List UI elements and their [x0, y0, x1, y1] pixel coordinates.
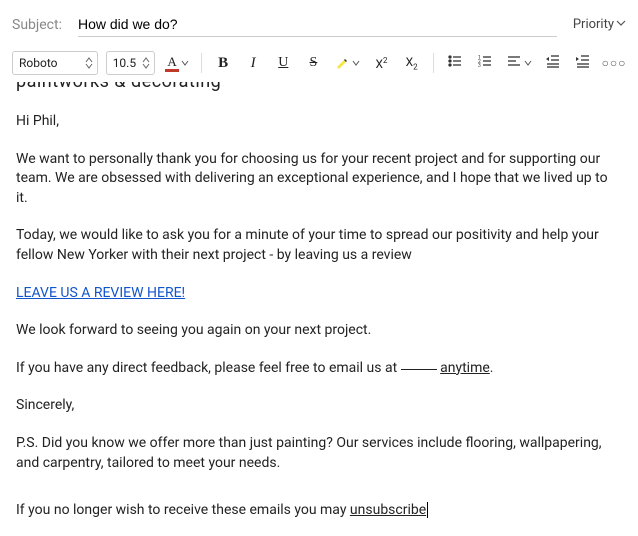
superscript-button[interactable]: X2 [370, 51, 392, 75]
font-size-select[interactable]: 10.5 [106, 51, 155, 75]
body-paragraph: If you have any direct feedback, please … [16, 359, 622, 379]
body-ps: P.S. Did you know we offer more than jus… [16, 434, 622, 473]
outdent-icon [545, 53, 561, 73]
text-color-icon: A [165, 55, 179, 72]
chevron-down-icon [524, 59, 532, 67]
bold-icon: B [218, 55, 228, 72]
formatting-toolbar: Roboto 10.5 A B I U S [0, 45, 638, 82]
anytime-link[interactable]: anytime [440, 360, 490, 376]
bullet-list-icon [447, 53, 463, 73]
numbered-list-icon: 1 2 3 [477, 53, 493, 73]
unsubscribe-link[interactable]: unsubscribe [350, 502, 426, 518]
font-family-value: Roboto [19, 56, 79, 70]
bullet-list-button[interactable] [444, 51, 466, 75]
more-button[interactable]: ○○○ [602, 51, 626, 75]
priority-dropdown[interactable]: Priority [573, 17, 626, 32]
align-icon [506, 53, 522, 73]
email-body-editor[interactable]: paintworks & decorating Hi Phil, We want… [0, 82, 638, 536]
stepper-icon [142, 57, 150, 69]
body-signoff: Sincerely, [16, 396, 622, 416]
divider [433, 53, 434, 73]
underline-icon: U [278, 55, 288, 71]
font-family-select[interactable]: Roboto [12, 51, 98, 75]
italic-button[interactable]: I [242, 51, 264, 75]
body-paragraph: We want to personally thank you for choo… [16, 150, 622, 209]
align-button[interactable] [504, 51, 534, 75]
more-icon: ○○○ [602, 56, 627, 70]
subscript-icon: X2 [406, 55, 418, 71]
partial-top-line: paintworks & decorating [16, 82, 622, 94]
body-unsubscribe-line: If you no longer wish to receive these e… [16, 501, 622, 521]
italic-icon: I [251, 55, 256, 72]
highlight-button[interactable] [332, 51, 362, 75]
strikethrough-icon: S [310, 55, 318, 71]
body-paragraph: We look forward to seeing you again on y… [16, 321, 622, 341]
body-greeting: Hi Phil, [16, 112, 622, 132]
indent-button[interactable] [572, 51, 594, 75]
stepper-icon [85, 57, 93, 69]
review-link[interactable]: LEAVE US A REVIEW HERE! [16, 285, 185, 301]
chevron-down-icon [181, 59, 189, 67]
chevron-down-icon [616, 17, 626, 32]
subject-input[interactable] [78, 12, 557, 37]
text-cursor [427, 502, 428, 518]
underline-button[interactable]: U [272, 51, 294, 75]
subscript-button[interactable]: X2 [401, 51, 423, 75]
subject-label: Subject: [12, 17, 62, 33]
outdent-button[interactable] [542, 51, 564, 75]
body-paragraph: Today, we would like to ask you for a mi… [16, 226, 622, 265]
svg-text:3: 3 [478, 63, 481, 69]
indent-icon [575, 53, 591, 73]
highlight-icon [334, 55, 350, 71]
numbered-list-button[interactable]: 1 2 3 [474, 51, 496, 75]
divider [201, 53, 202, 73]
bold-button[interactable]: B [212, 51, 234, 75]
font-size-value: 10.5 [113, 56, 136, 70]
blank-placeholder [401, 369, 437, 370]
strikethrough-button[interactable]: S [302, 51, 324, 75]
text-color-button[interactable]: A [163, 51, 191, 75]
subject-row: Subject: Priority [0, 0, 638, 45]
priority-label: Priority [573, 17, 614, 32]
superscript-icon: X2 [375, 56, 387, 71]
chevron-down-icon [352, 59, 360, 67]
